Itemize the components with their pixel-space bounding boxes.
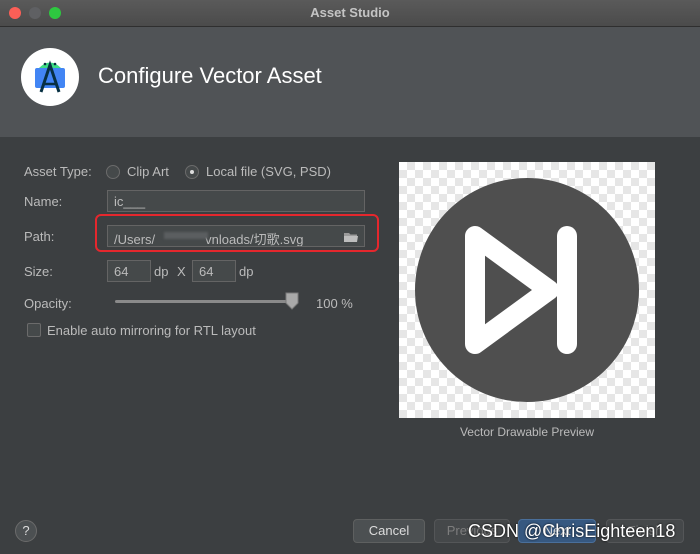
rtl-mirroring-checkbox[interactable] [27,323,41,337]
local-file-label[interactable]: Local file (SVG, PSD) [206,164,331,179]
window-title: Asset Studio [310,5,390,20]
opacity-slider-track[interactable] [115,300,295,303]
vector-preview-canvas [399,162,655,418]
opacity-value: 100 % [316,296,353,311]
android-studio-logo-icon [21,48,79,106]
asset-type-label: Asset Type: [24,164,92,179]
opacity-slider-thumb[interactable] [285,292,299,310]
name-label: Name: [24,194,63,209]
width-unit-label: dp [154,264,169,279]
clip-art-radio[interactable] [106,165,120,179]
csdn-watermark: CSDN @ChrisEighteen18 [468,521,676,541]
cancel-button[interactable]: Cancel [353,519,425,543]
height-unit-label: dp [239,264,254,279]
size-label: Size: [24,264,53,279]
name-input[interactable]: ic___ [107,190,365,212]
title-bar: Asset Studio [0,0,700,27]
help-button[interactable]: ? [15,520,37,542]
height-input[interactable]: 64 [192,260,236,282]
page-title: Configure Vector Asset [98,63,322,88]
opacity-label: Opacity: [24,296,72,311]
path-label: Path: [24,229,55,244]
rtl-mirroring-label[interactable]: Enable auto mirroring for RTL layout [47,323,256,338]
size-separator: X [177,264,186,279]
local-file-radio[interactable] [185,165,199,179]
preview-caption: Vector Drawable Preview [459,425,595,439]
asset-studio-window: Asset Studio Configure Vector Asset Asse… [0,0,700,554]
width-input[interactable]: 64 [107,260,151,282]
skip-next-circle-icon [415,178,639,402]
wizard-header: Configure Vector Asset [0,27,700,137]
clip-art-label[interactable]: Clip Art [127,164,169,179]
path-highlight-box [95,214,379,252]
